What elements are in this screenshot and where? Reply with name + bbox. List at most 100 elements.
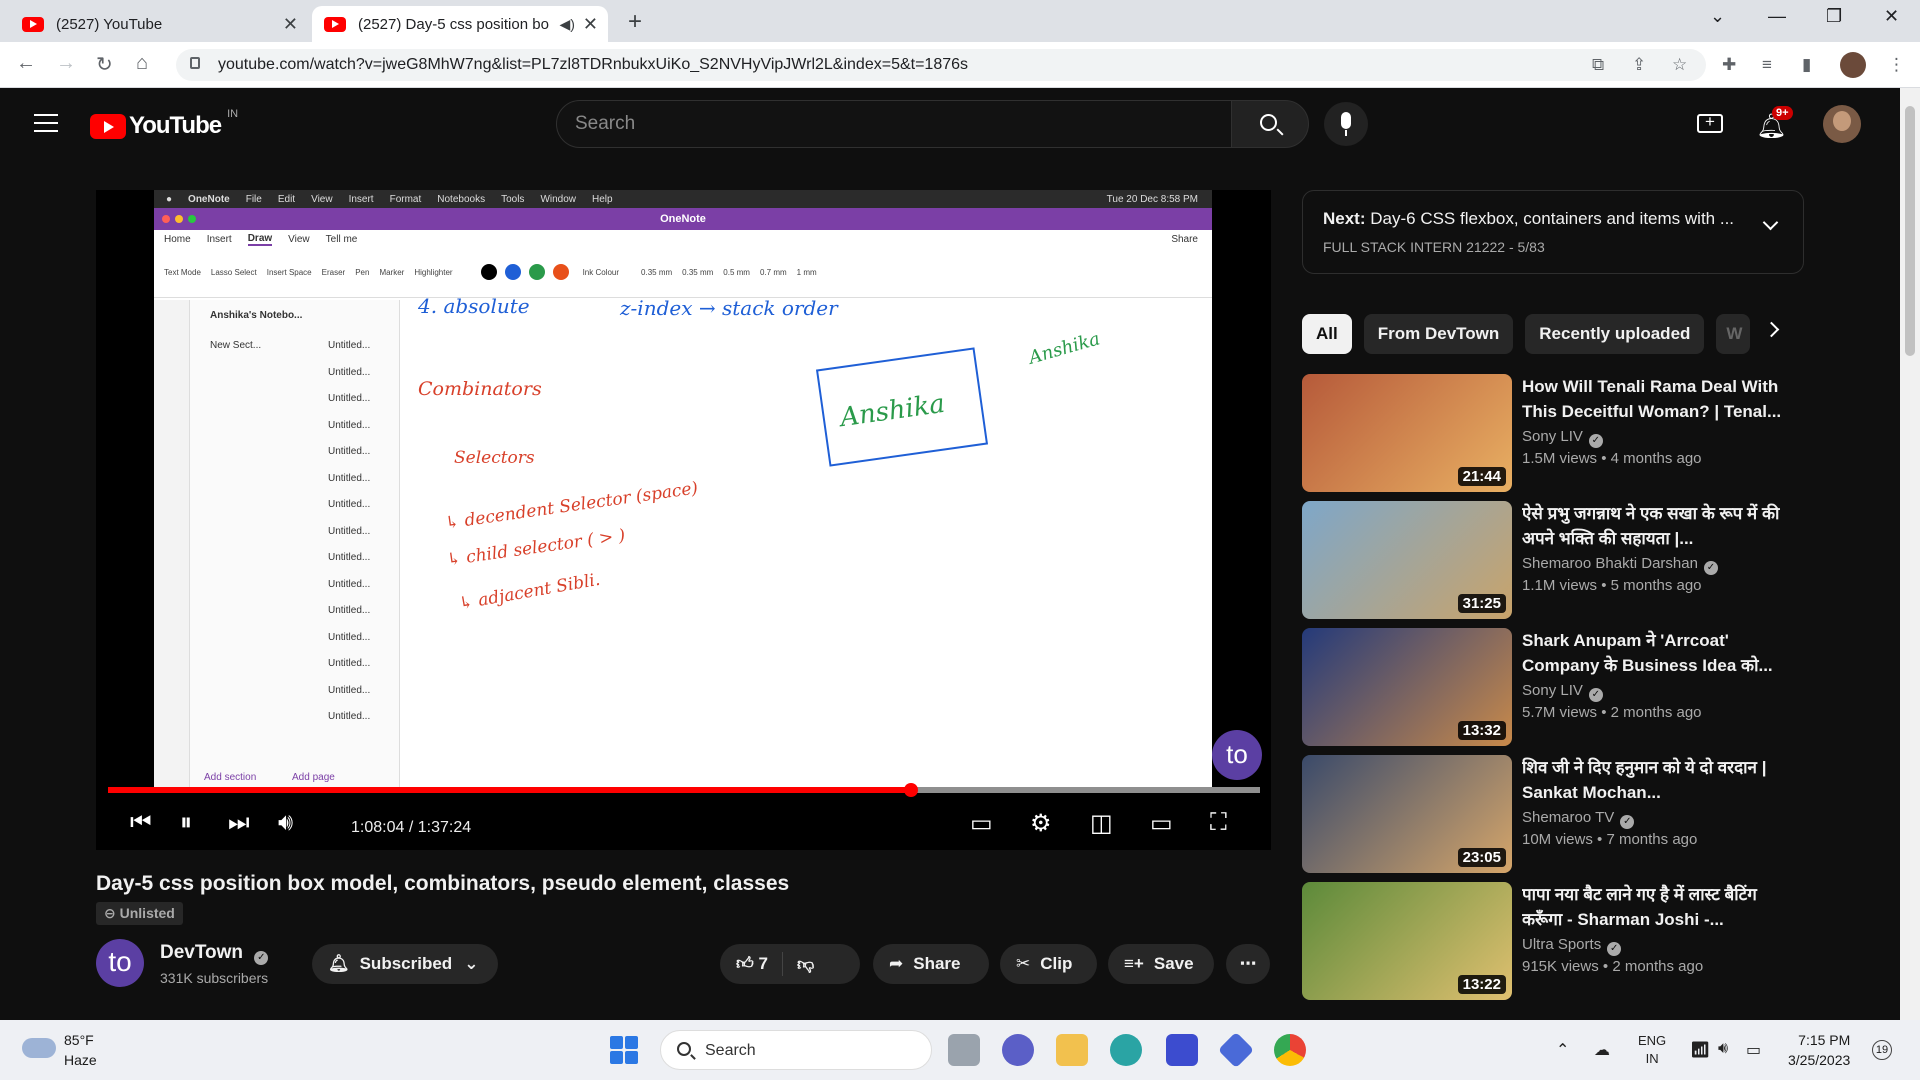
- channel-name[interactable]: Shemaroo Bhakti Darshan: [1522, 555, 1698, 572]
- video-title[interactable]: How Will Tenali Rama Deal With This Dece…: [1522, 374, 1792, 424]
- clock[interactable]: 7:15 PM 3/25/2023: [1788, 1030, 1850, 1070]
- theater-mode-icon[interactable]: ▭: [1150, 809, 1173, 838]
- teams-chat-icon[interactable]: [1002, 1034, 1034, 1066]
- chip-from-devtown[interactable]: From DevTown: [1363, 314, 1514, 354]
- search-button[interactable]: [1231, 100, 1309, 148]
- channel-name[interactable]: DevTown ✓: [160, 942, 269, 965]
- task-view-icon[interactable]: [948, 1034, 980, 1066]
- scrubber-handle[interactable]: [903, 783, 918, 797]
- channel-name[interactable]: Shemaroo TV: [1522, 809, 1614, 826]
- next-icon[interactable]: ⏭: [228, 809, 250, 837]
- channel-watermark[interactable]: to: [1212, 730, 1262, 780]
- previous-icon[interactable]: ⏮: [130, 809, 152, 837]
- wifi-icon[interactable]: 📶︎: [1690, 1040, 1710, 1060]
- tab-youtube-home[interactable]: (2527) YouTube ✕: [0, 6, 308, 42]
- video-channel[interactable]: Shemaroo Bhakti Darshan ✓: [1522, 555, 1718, 575]
- close-tab-icon[interactable]: ✕: [583, 14, 598, 35]
- channel-name-text[interactable]: DevTown: [160, 942, 243, 963]
- extensions-icon[interactable]: ✚: [1722, 55, 1736, 75]
- thumbs-down-icon[interactable]: 👎︎: [783, 954, 814, 975]
- video-channel[interactable]: Shemaroo TV ✓: [1522, 809, 1635, 829]
- browser-menu-icon[interactable]: ⋮: [1888, 55, 1905, 75]
- pause-icon[interactable]: ⏸: [180, 809, 192, 837]
- video-channel[interactable]: Sony LIV ✓: [1522, 682, 1603, 702]
- battery-icon[interactable]: ▭: [1746, 1040, 1761, 1060]
- new-tab-button[interactable]: +: [620, 8, 650, 38]
- video-thumbnail[interactable]: 31:25: [1302, 501, 1512, 619]
- account-avatar[interactable]: [1823, 105, 1861, 143]
- lock-icon[interactable]: [190, 57, 200, 69]
- playlist-up-next[interactable]: Next: Day-6 CSS flexbox, containers and …: [1302, 190, 1804, 274]
- minimize-icon[interactable]: —: [1768, 6, 1786, 27]
- browser-profile-avatar[interactable]: [1840, 52, 1866, 78]
- save-button[interactable]: ≡+ Save: [1108, 944, 1214, 984]
- page-scrollbar[interactable]: [1900, 88, 1920, 1020]
- video-title[interactable]: ऐसे प्रभु जगन्नाथ ने एक सखा के रूप में क…: [1522, 501, 1792, 551]
- forward-icon[interactable]: →: [56, 52, 76, 75]
- edge-browser-icon[interactable]: [1110, 1034, 1142, 1066]
- voice-search-icon[interactable]: [1324, 102, 1368, 146]
- recommended-video[interactable]: 13:32 Shark Anupam ने 'Arrcoat' Company क…: [1302, 628, 1802, 748]
- recommended-video[interactable]: 23:05 शिव जी ने दिए हनुमान को ये दो वरदान…: [1302, 755, 1802, 875]
- like-button[interactable]: 👍︎ 7: [720, 952, 783, 976]
- recommended-video[interactable]: 31:25 ऐसे प्रभु जगन्नाथ ने एक सखा के रूप …: [1302, 501, 1802, 621]
- progress-bar[interactable]: [108, 783, 1260, 797]
- bookmark-star-icon[interactable]: ☆: [1672, 55, 1687, 75]
- menu-icon[interactable]: [34, 114, 58, 132]
- video-thumbnail[interactable]: 21:44: [1302, 374, 1512, 492]
- share-button[interactable]: ➦ Share: [873, 944, 989, 984]
- speaker-icon[interactable]: ◀): [559, 16, 574, 33]
- more-actions-button[interactable]: ⋯: [1226, 944, 1270, 984]
- share-page-icon[interactable]: ⇪: [1632, 55, 1646, 75]
- channel-name[interactable]: Sony LIV: [1522, 682, 1583, 699]
- scrollbar-thumb[interactable]: [1905, 106, 1915, 356]
- subscribed-button[interactable]: 🔔︎ Subscribed ⌄: [312, 944, 498, 984]
- home-icon[interactable]: ⌂: [136, 52, 148, 75]
- chevron-right-icon[interactable]: [1763, 321, 1780, 338]
- video-thumbnail[interactable]: 23:05: [1302, 755, 1512, 873]
- file-explorer-icon[interactable]: [1056, 1034, 1088, 1066]
- volume-icon[interactable]: 🔊︎: [1718, 1040, 1728, 1058]
- fullscreen-icon[interactable]: ⛶: [1210, 809, 1227, 837]
- close-window-icon[interactable]: ✕: [1884, 6, 1899, 27]
- recommended-video[interactable]: 21:44 How Will Tenali Rama Deal With This…: [1302, 374, 1802, 494]
- tray-overflow-icon[interactable]: ⌃: [1556, 1040, 1569, 1060]
- notification-center-badge[interactable]: 19: [1872, 1040, 1892, 1060]
- volume-icon[interactable]: 🔊︎: [278, 809, 293, 837]
- app-icon[interactable]: [1217, 1031, 1255, 1069]
- address-bar[interactable]: youtube.com/watch?v=jweG8MhW7ng&list=PL7…: [176, 49, 1706, 81]
- search-input[interactable]: [575, 113, 1175, 135]
- chip-recently-uploaded[interactable]: Recently uploaded: [1525, 314, 1705, 354]
- url-text[interactable]: youtube.com/watch?v=jweG8MhW7ng&list=PL7…: [218, 56, 968, 74]
- restore-icon[interactable]: ❐: [1826, 6, 1842, 27]
- tab-current-video[interactable]: (2527) Day-5 css position bo ◀) ✕: [312, 6, 608, 42]
- video-title[interactable]: पापा नया बैट लाने गए है में लास्ट बैटिंग…: [1522, 882, 1792, 932]
- channel-name[interactable]: Sony LIV: [1522, 428, 1583, 445]
- settings-icon[interactable]: ⚙: [1030, 809, 1052, 838]
- miniplayer-icon[interactable]: ◫: [1090, 809, 1113, 838]
- tab-search-icon[interactable]: ⌄: [1710, 6, 1725, 27]
- reload-icon[interactable]: ↻: [96, 52, 113, 77]
- video-thumbnail[interactable]: 13:22: [1302, 882, 1512, 1000]
- chip-truncated[interactable]: W: [1716, 314, 1751, 354]
- windows-start-icon[interactable]: [610, 1036, 638, 1064]
- recommended-video[interactable]: 13:22 पापा नया बैट लाने गए है में लास्ट ब…: [1302, 882, 1802, 1002]
- close-tab-icon[interactable]: ✕: [283, 14, 298, 35]
- side-panel-icon[interactable]: ▮: [1802, 55, 1811, 75]
- vscode-like-icon[interactable]: [1166, 1034, 1198, 1066]
- create-video-icon[interactable]: [1697, 112, 1723, 133]
- youtube-logo[interactable]: YouTube IN: [90, 108, 238, 140]
- open-in-app-icon[interactable]: ⧉: [1592, 55, 1604, 75]
- video-thumbnail[interactable]: 13:32: [1302, 628, 1512, 746]
- channel-avatar[interactable]: to: [96, 939, 144, 987]
- channel-name[interactable]: Ultra Sports: [1522, 936, 1601, 953]
- subtitles-icon[interactable]: ▭: [970, 809, 993, 838]
- media-control-icon[interactable]: ≡: [1762, 55, 1772, 75]
- taskbar-search[interactable]: Search: [660, 1030, 932, 1070]
- chip-all[interactable]: All: [1302, 314, 1352, 354]
- back-icon[interactable]: ←: [16, 52, 36, 75]
- video-title[interactable]: शिव जी ने दिए हनुमान को ये दो वरदान | Sa…: [1522, 755, 1792, 805]
- video-channel[interactable]: Sony LIV ✓: [1522, 428, 1603, 448]
- chevron-down-icon[interactable]: [1762, 214, 1779, 231]
- video-title[interactable]: Shark Anupam ने 'Arrcoat' Company के Bus…: [1522, 628, 1792, 678]
